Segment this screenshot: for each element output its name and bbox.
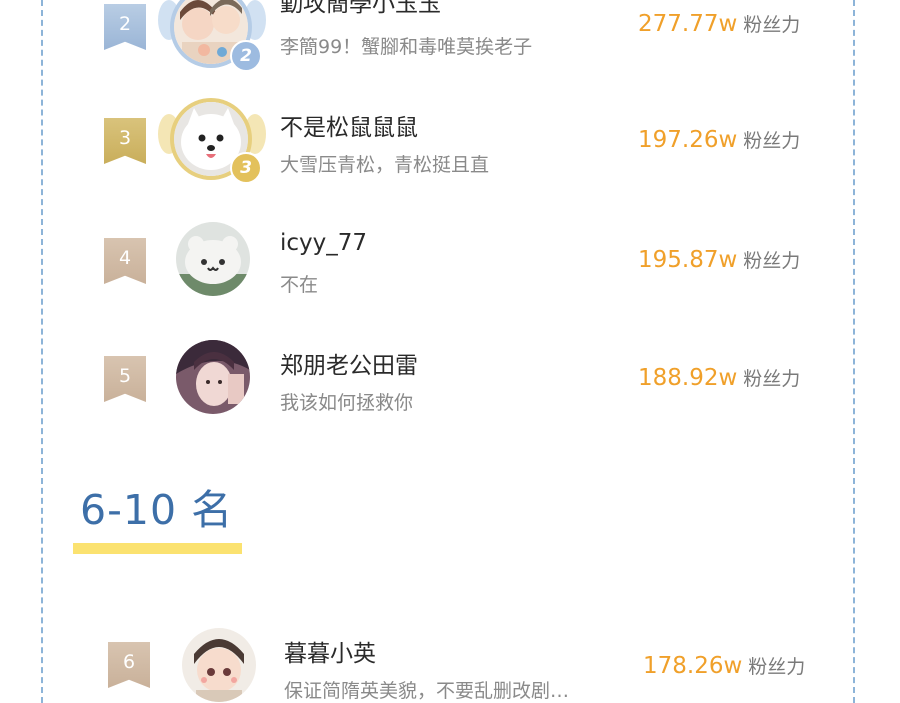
fans-value: 188.92w [638,365,738,391]
avatar-image [176,222,250,296]
username[interactable]: 郑朋老公田雷 [280,346,418,380]
rank-badge-icon: 3 [104,118,146,164]
rank-badge-icon: 6 [108,642,150,688]
fans-power: 277.77w 粉丝力 [638,10,800,37]
rank-number: 6 [122,651,136,673]
user-signature: 大雪压青松，青松挺且直 [280,154,490,176]
fans-unit-label: 粉丝力 [743,368,801,390]
ranking-row-4[interactable]: 4 icyy_77 不在 195.87w 粉丝力 [0,210,900,320]
avatar[interactable] [182,628,260,703]
ranking-row-5[interactable]: 5 郑朋老公田雷 我该如何拯救你 188.92w 粉丝力 [0,328,900,438]
username[interactable]: icyy_77 [280,230,367,256]
fans-value: 195.87w [638,247,738,273]
rank-badge-icon: 2 [104,4,146,50]
rank-badge-icon: 5 [104,356,146,402]
fans-value: 178.26w [643,653,743,679]
user-signature: 保证简隋英美貌，不要乱删改剧… [284,680,570,702]
section-title: 6-10 名 [80,486,234,534]
fans-unit-label: 粉丝力 [748,656,806,678]
fans-unit-label: 粉丝力 [743,14,801,36]
fans-value: 277.77w [638,11,738,37]
fans-power: 197.26w 粉丝力 [638,126,800,153]
rank-number: 4 [118,247,132,269]
username[interactable]: 暮暮小英 [284,634,376,668]
fans-power: 178.26w 粉丝力 [643,652,805,679]
user-signature: 我该如何拯救你 [280,392,414,414]
medal-icon: 2 [230,40,262,72]
user-signature: 李簡99！蟹腳和毒唯莫挨老子 [280,36,533,58]
fans-value: 197.26w [638,127,738,153]
avatar[interactable] [176,340,254,418]
fans-unit-label: 粉丝力 [743,130,801,152]
fans-power: 188.92w 粉丝力 [638,364,800,391]
section-title-underline [73,543,242,554]
avatar[interactable] [176,222,254,300]
username[interactable]: 勤攻簡學小玉玉 [280,0,441,18]
medal-icon: 3 [230,152,262,184]
ranking-row-3[interactable]: 3 3 不是松鼠鼠鼠 大雪压青松，青松挺且直 197.26w 粉丝力 [0,90,900,200]
ranking-row-2[interactable]: 2 2 勤攻簡學小玉玉 李簡99！蟹腳和毒唯莫挨老子 277.77w 粉丝力 [0,0,900,76]
avatar[interactable]: 3 [174,102,262,184]
rank-number: 5 [118,365,132,387]
avatar-image [182,628,256,702]
avatar[interactable]: 2 [174,0,262,72]
fans-power: 195.87w 粉丝力 [638,246,800,273]
rank-badge-icon: 4 [104,238,146,284]
rank-number: 2 [118,13,132,35]
user-signature: 不在 [280,274,319,296]
ranking-row-6[interactable]: 6 暮暮小英 保证简隋英美貌，不要乱删改剧… 178.26w 粉丝力 [0,614,900,703]
username[interactable]: 不是松鼠鼠鼠 [280,108,418,142]
rank-number: 3 [118,127,132,149]
fans-ranking-page: 2 2 勤攻簡學小玉玉 李簡99！蟹腳和毒唯莫挨老子 277.77w 粉丝力 3… [0,0,900,703]
avatar-image [176,340,250,414]
fans-unit-label: 粉丝力 [743,250,801,272]
